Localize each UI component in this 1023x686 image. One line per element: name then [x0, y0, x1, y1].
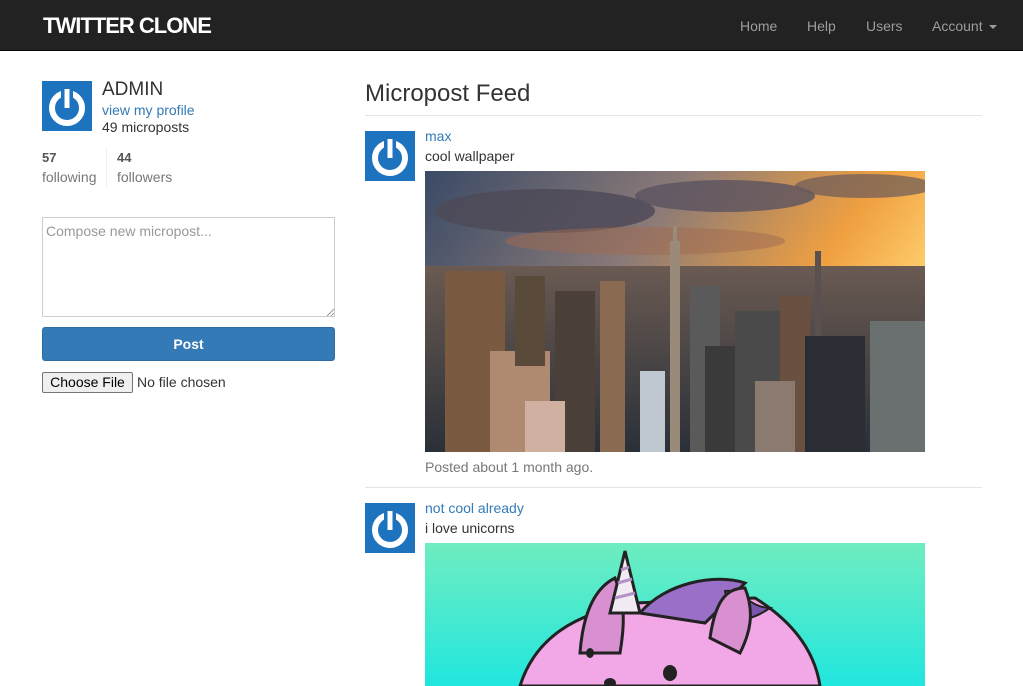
- user-avatar[interactable]: [42, 81, 92, 131]
- top-navbar: TWITTER CLONE Home Help Users Account: [0, 0, 1023, 51]
- feed-title-divider: [365, 115, 982, 116]
- caret-down-icon: [988, 25, 997, 30]
- gravatar-power-icon: [365, 131, 415, 181]
- nav-home-link[interactable]: Home: [740, 18, 777, 34]
- file-status-text: No file chosen: [137, 374, 226, 390]
- post-user-link[interactable]: not cool already: [425, 500, 524, 516]
- post-content: cool wallpaper: [425, 148, 515, 164]
- followers-count[interactable]: 44: [117, 150, 131, 165]
- post-button[interactable]: Post: [42, 327, 335, 361]
- following-count[interactable]: 57: [42, 150, 56, 165]
- choose-file-button[interactable]: Choose File: [42, 372, 133, 393]
- cartoon-unicorn-image: [425, 543, 925, 686]
- textarea-resize-handle[interactable]: [327, 309, 334, 316]
- post-avatar[interactable]: [365, 503, 415, 553]
- post-timestamp: Posted about 1 month ago.: [425, 459, 594, 475]
- feed-title: Micropost Feed: [365, 80, 531, 107]
- following-label[interactable]: following: [42, 169, 96, 185]
- view-profile-link[interactable]: view my profile: [102, 102, 195, 118]
- micropost-count: 49 microposts: [102, 119, 190, 135]
- followers-label[interactable]: followers: [117, 169, 172, 185]
- post-user-link[interactable]: max: [425, 128, 451, 144]
- compose-micropost-textarea[interactable]: [42, 217, 335, 317]
- city-skyline-image: [425, 171, 925, 452]
- nav-users-link[interactable]: Users: [866, 18, 903, 34]
- gravatar-power-icon: [42, 81, 92, 131]
- user-name: ADMIN: [102, 79, 164, 100]
- nav-account-label: Account: [932, 18, 983, 34]
- post-divider: [365, 487, 982, 488]
- nav-account-dropdown[interactable]: Account: [932, 18, 997, 34]
- brand-logo-link[interactable]: TWITTER CLONE: [43, 13, 212, 39]
- nav-help-link[interactable]: Help: [807, 18, 836, 34]
- stats-divider: [106, 148, 107, 187]
- post-content: i love unicorns: [425, 520, 515, 536]
- gravatar-power-icon: [365, 503, 415, 553]
- post-avatar[interactable]: [365, 131, 415, 181]
